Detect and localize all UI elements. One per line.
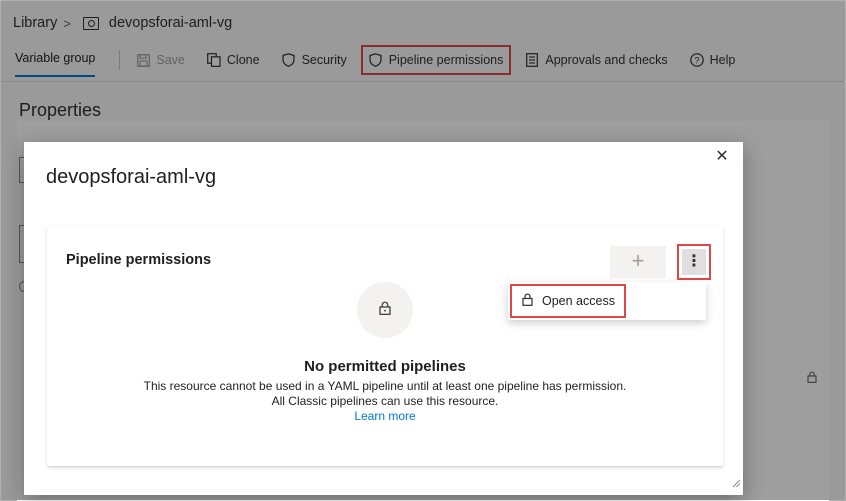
empty-state-line-1: This resource cannot be used in a YAML p… <box>143 379 627 393</box>
lock-icon <box>379 301 391 320</box>
card-title: Pipeline permissions <box>66 252 212 268</box>
empty-state-title: No permitted pipelines <box>304 358 466 375</box>
menu-item-label: Open access <box>542 294 615 308</box>
pipeline-permissions-card: Pipeline permissions + ⋮ No permitted pi… <box>47 226 723 466</box>
plus-icon: + <box>631 248 645 273</box>
learn-more-link[interactable]: Learn more <box>47 409 723 423</box>
more-vertical-icon: ⋮ <box>682 249 706 275</box>
more-actions-button[interactable]: ⋮ <box>677 244 711 280</box>
dialog-title: devopsforai-aml-vg <box>46 166 217 188</box>
resize-grip-icon[interactable] <box>731 475 741 493</box>
empty-state-lock-circle <box>357 282 413 338</box>
close-icon[interactable]: ✕ <box>713 148 731 166</box>
more-actions-menu: Open access <box>508 282 706 320</box>
empty-state-line-2: All Classic pipelines can use this resou… <box>271 394 499 408</box>
menu-item-open-access[interactable]: Open access <box>510 284 626 318</box>
empty-state-description: This resource cannot be used in a YAML p… <box>47 379 723 409</box>
add-pipeline-button[interactable]: + <box>610 246 666 278</box>
lock-icon <box>522 293 533 309</box>
